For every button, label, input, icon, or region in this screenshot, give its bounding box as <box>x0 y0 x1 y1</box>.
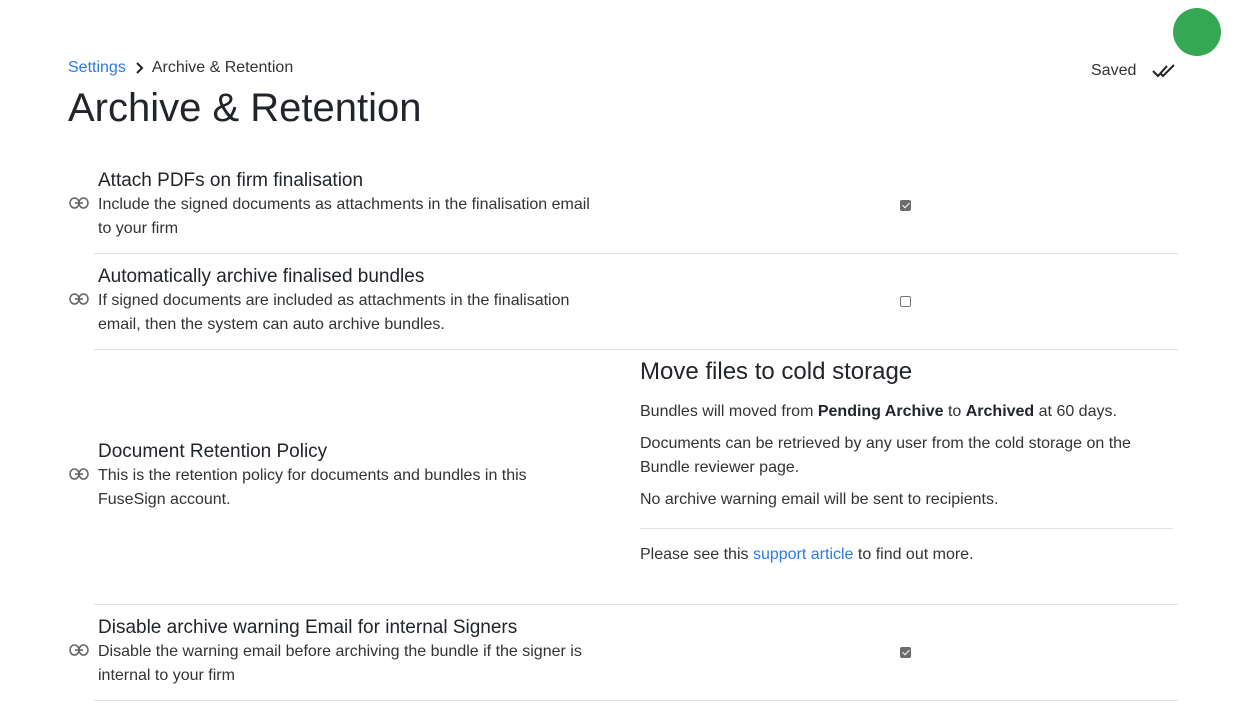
disable-warning-checkbox[interactable] <box>900 647 911 658</box>
saved-label: Saved <box>1091 62 1137 79</box>
page-title: Archive & Retention <box>68 86 422 130</box>
retention-policy-panel: Move files to cold storage Bundles will … <box>640 358 1173 575</box>
link-icon[interactable] <box>69 293 89 305</box>
chevron-right-icon <box>136 62 144 74</box>
save-status: Saved <box>1091 62 1178 80</box>
double-check-icon <box>1152 64 1176 78</box>
archived-label: Archived <box>965 403 1035 420</box>
pending-archive-label: Pending Archive <box>817 403 944 420</box>
setting-title: Disable archive warning Email for intern… <box>98 617 518 638</box>
attach-pdfs-checkbox[interactable] <box>900 200 911 211</box>
setting-description-line: FuseSign account. <box>98 491 231 508</box>
setting-row-auto-archive: Automatically archive finalised bundles … <box>69 254 1178 350</box>
link-icon[interactable] <box>69 644 89 656</box>
retention-move-info: Bundles will moved from Pending Archive … <box>640 403 1117 420</box>
setting-description-line: internal to your firm <box>98 667 235 684</box>
retention-warning-info: No archive warning email will be sent to… <box>640 491 999 508</box>
setting-row-attach-pdfs: Attach PDFs on firm finalisation Include… <box>69 168 1178 254</box>
divider <box>640 528 1173 529</box>
breadcrumb: Settings Archive & Retention <box>68 59 293 77</box>
auto-archive-checkbox[interactable] <box>900 296 911 307</box>
user-avatar[interactable] <box>1173 8 1221 56</box>
setting-description-line: Disable the warning email before archivi… <box>98 643 582 660</box>
breadcrumb-settings-link[interactable]: Settings <box>68 59 126 77</box>
support-text: Please see this support article to find … <box>640 546 974 563</box>
setting-row-disable-warning: Disable archive warning Email for intern… <box>69 605 1178 701</box>
setting-description-line: Include the signed documents as attachme… <box>98 196 590 213</box>
retention-retrieve-info: Documents can be retrieved by any user f… <box>640 435 1131 476</box>
setting-description-line: If signed documents are included as atta… <box>98 292 570 309</box>
setting-row-retention-policy: Document Retention Policy This is the re… <box>69 350 1178 605</box>
setting-title: Automatically archive finalised bundles <box>98 266 425 287</box>
retention-heading: Move files to cold storage <box>640 358 913 385</box>
link-icon[interactable] <box>69 468 89 480</box>
breadcrumb-current: Archive & Retention <box>151 59 294 76</box>
support-article-link[interactable]: support article <box>753 546 854 563</box>
setting-title: Document Retention Policy <box>98 441 328 462</box>
setting-title: Attach PDFs on firm finalisation <box>98 170 364 191</box>
link-icon[interactable] <box>69 197 89 209</box>
setting-description-line: email, then the system can auto archive … <box>98 316 445 333</box>
setting-description-line: This is the retention policy for documen… <box>98 467 527 484</box>
setting-description-line: to your firm <box>98 220 179 237</box>
